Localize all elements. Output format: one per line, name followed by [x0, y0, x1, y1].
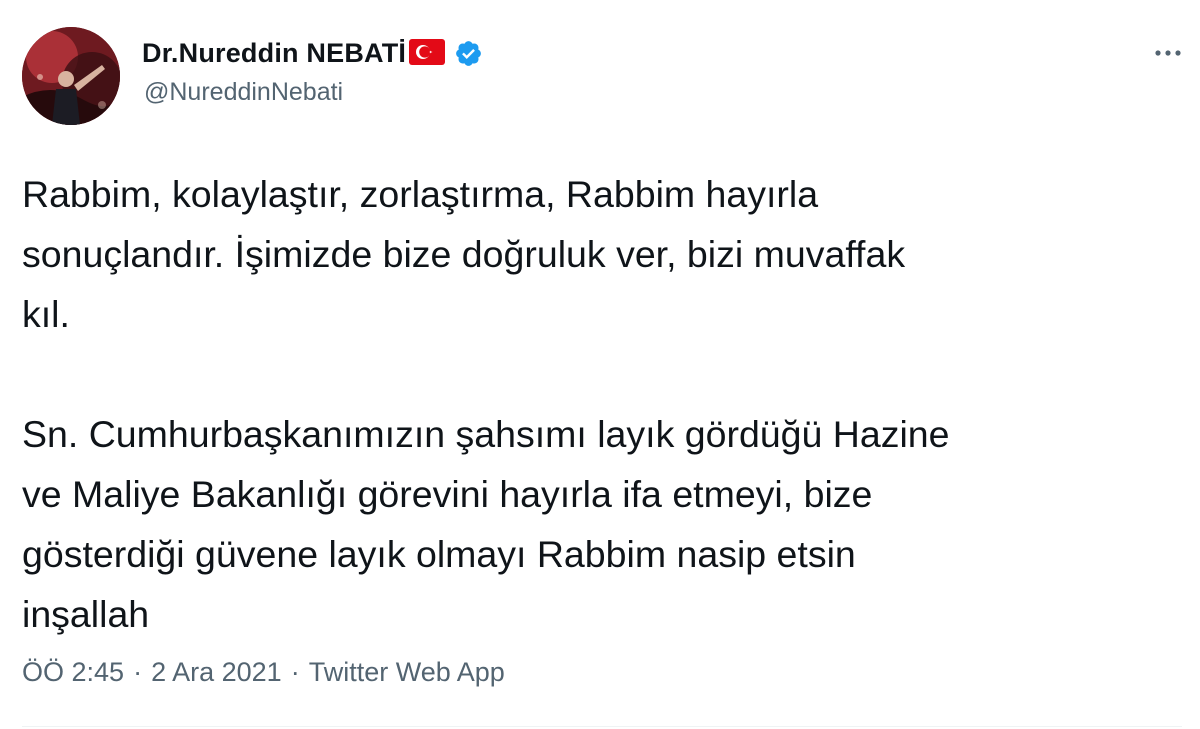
- meta-separator: ·: [133, 656, 143, 687]
- tweet-time[interactable]: ÖÖ 2:45: [22, 657, 124, 688]
- turkey-flag-icon: [409, 39, 446, 65]
- tweet-paragraph-2: Sn. Cumhurbaşkanımızın şahsımı layık gör…: [22, 413, 950, 635]
- avatar[interactable]: [22, 27, 120, 125]
- author-handle[interactable]: @NureddinNebati: [144, 78, 343, 107]
- tweet-meta: ÖÖ 2:45 · 2 Ara 2021 · Twitter Web App: [22, 652, 505, 692]
- tweet-source-link[interactable]: Twitter Web App: [309, 657, 505, 688]
- meta-separator: ·: [290, 656, 300, 687]
- tweet-text: Rabbim, kolaylaştır, zorlaştırma, Rabbim…: [22, 164, 1182, 644]
- author-name-row[interactable]: Dr.Nureddin NEBATİ: [142, 34, 483, 72]
- divider: [22, 726, 1182, 727]
- tweet-paragraph-1: Rabbim, kolaylaştır, zorlaştırma, Rabbim…: [22, 173, 906, 335]
- tweet-date[interactable]: 2 Ara 2021: [151, 657, 282, 688]
- author-display-name[interactable]: Dr.Nureddin NEBATİ: [142, 38, 406, 69]
- verified-badge-icon: [456, 40, 481, 66]
- more-horizontal-icon[interactable]: [1150, 40, 1186, 66]
- tweet-card: Dr.Nureddin NEBATİ @NureddinNebati Rabbi…: [0, 0, 1200, 729]
- avatar-photo: [22, 27, 120, 125]
